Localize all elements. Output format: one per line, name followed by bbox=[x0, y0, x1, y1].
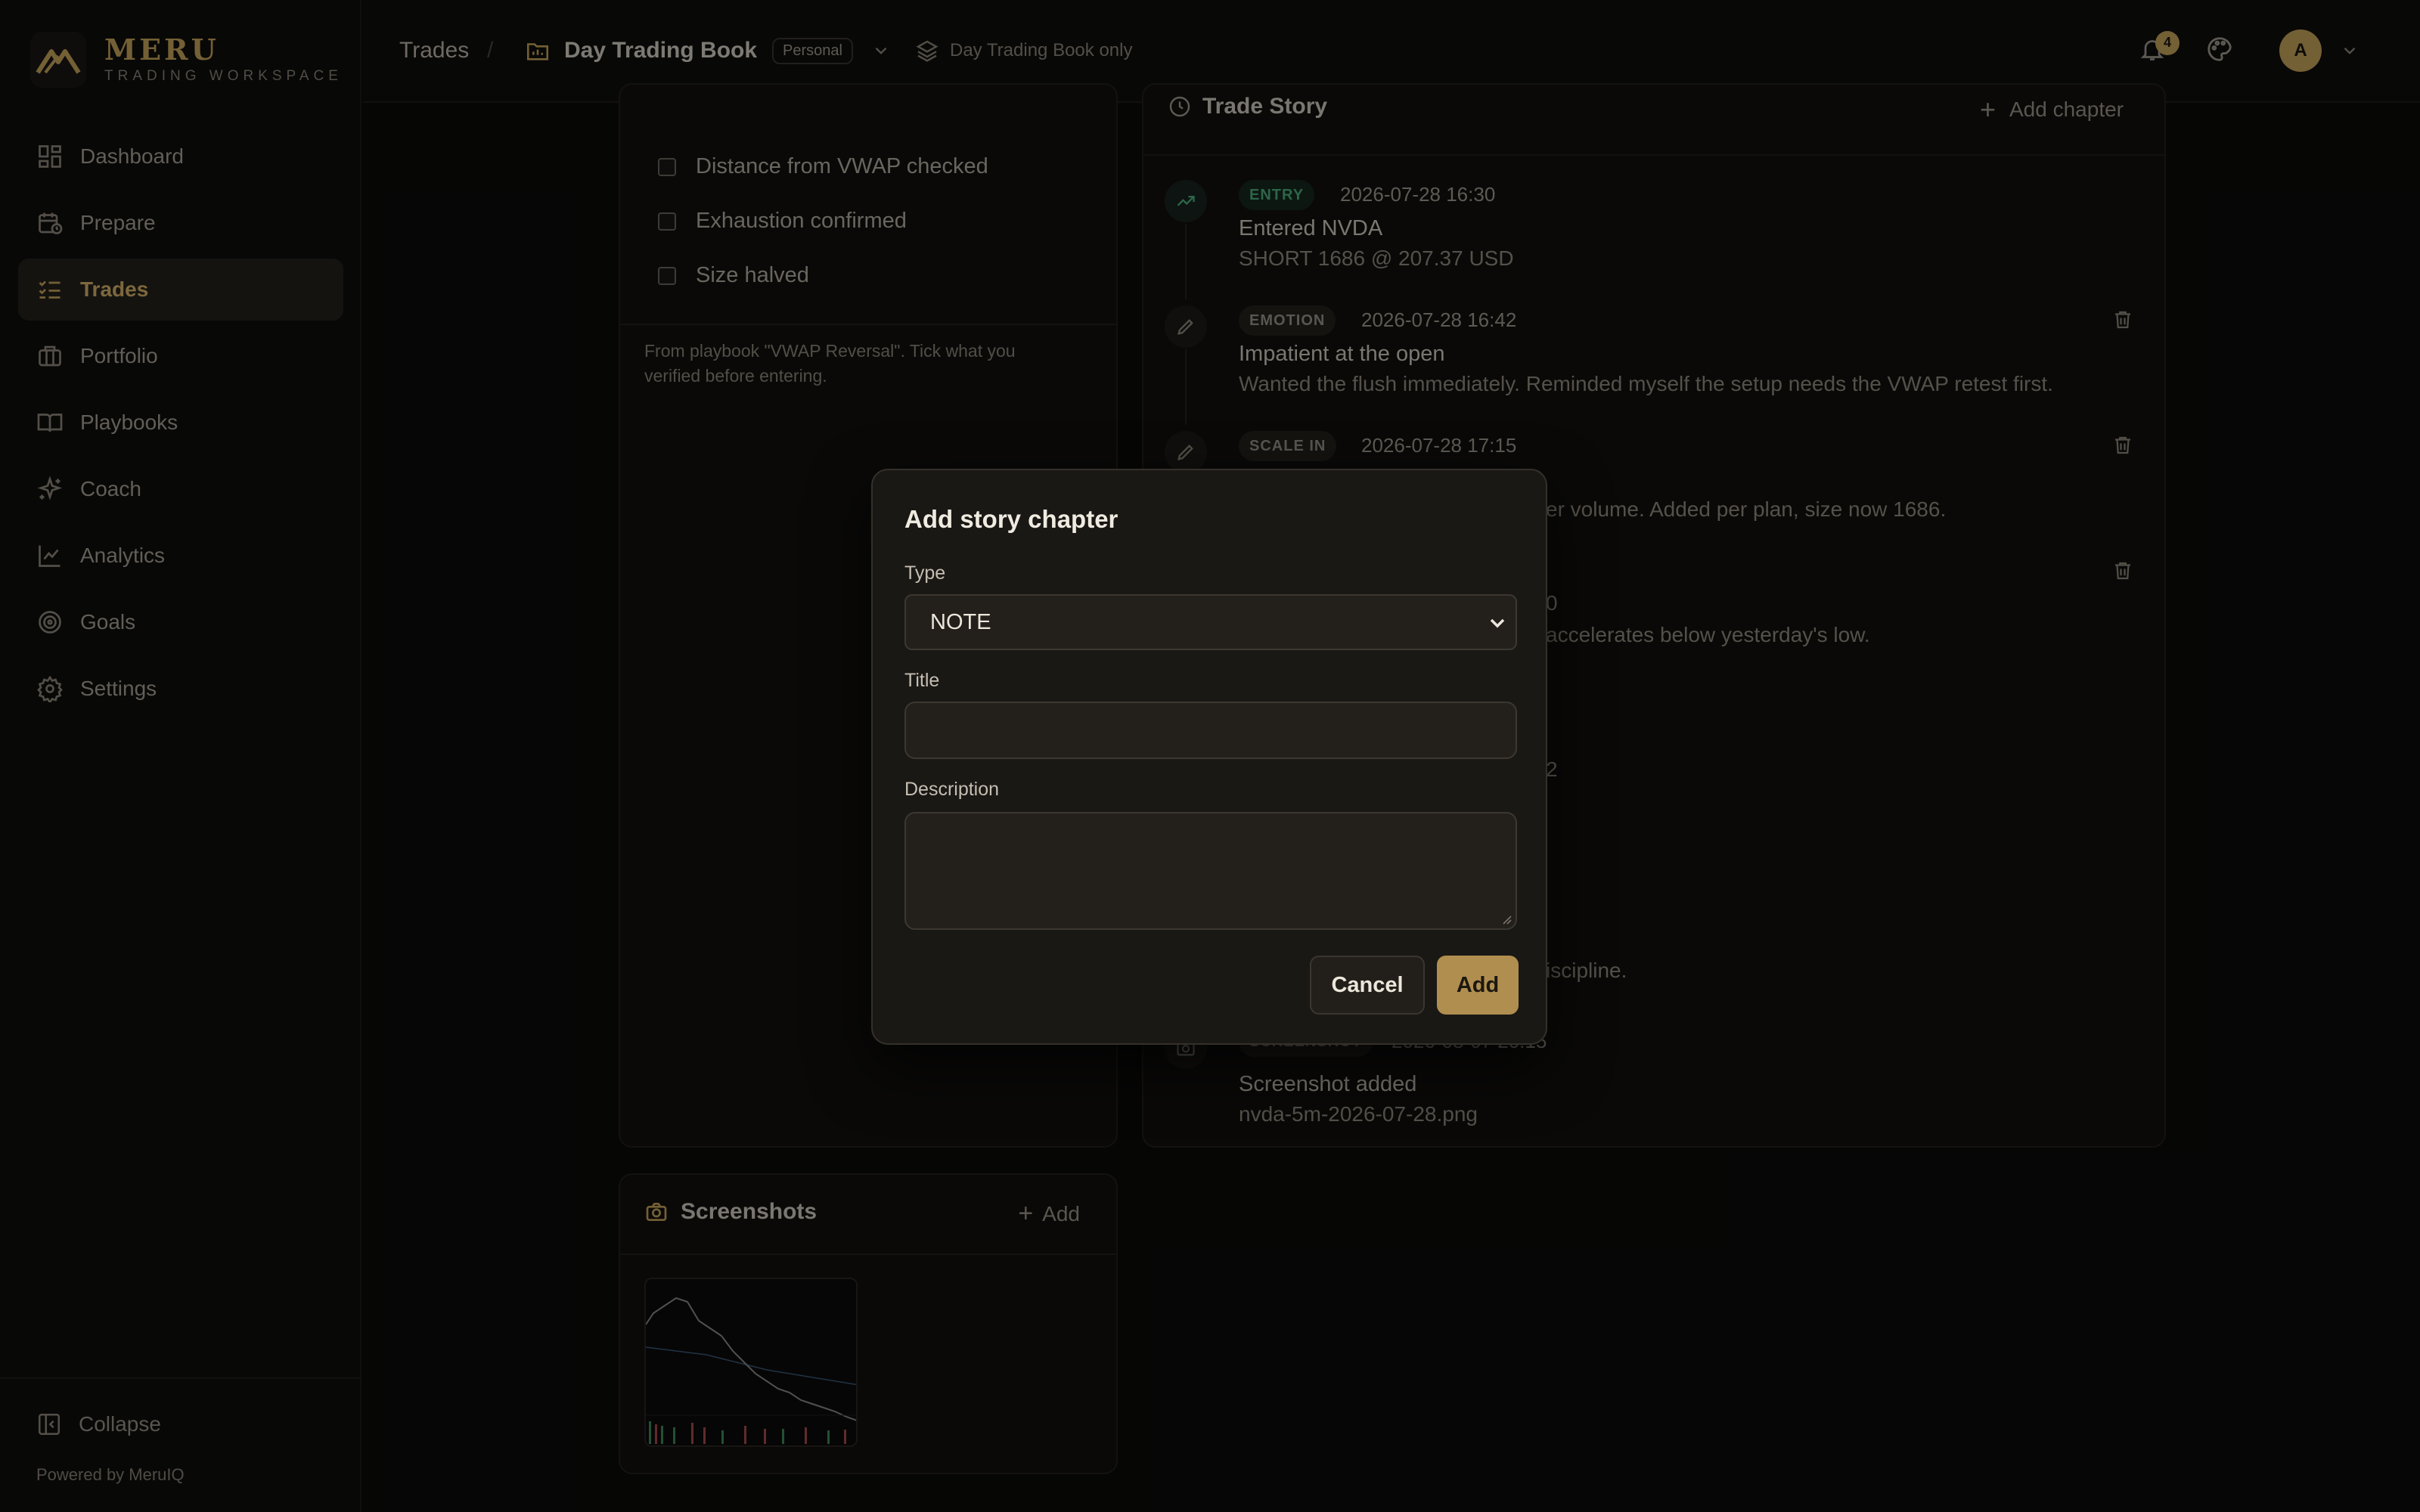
cancel-button[interactable]: Cancel bbox=[1310, 956, 1425, 1015]
resize-handle-icon[interactable] bbox=[1499, 912, 1512, 925]
chevron-down-icon bbox=[1490, 618, 1505, 628]
description-textarea[interactable] bbox=[904, 812, 1517, 930]
add-chapter-dialog: Add story chapter Type NOTE Title Descri… bbox=[871, 469, 1547, 1045]
dialog-title: Add story chapter bbox=[904, 505, 1118, 533]
type-label: Type bbox=[904, 562, 946, 584]
title-label: Title bbox=[904, 670, 940, 691]
title-input[interactable] bbox=[904, 702, 1517, 759]
add-button[interactable]: Add bbox=[1437, 956, 1519, 1015]
description-label: Description bbox=[904, 779, 1000, 800]
type-select-value: NOTE bbox=[930, 609, 991, 634]
type-select[interactable]: NOTE bbox=[904, 594, 1517, 650]
